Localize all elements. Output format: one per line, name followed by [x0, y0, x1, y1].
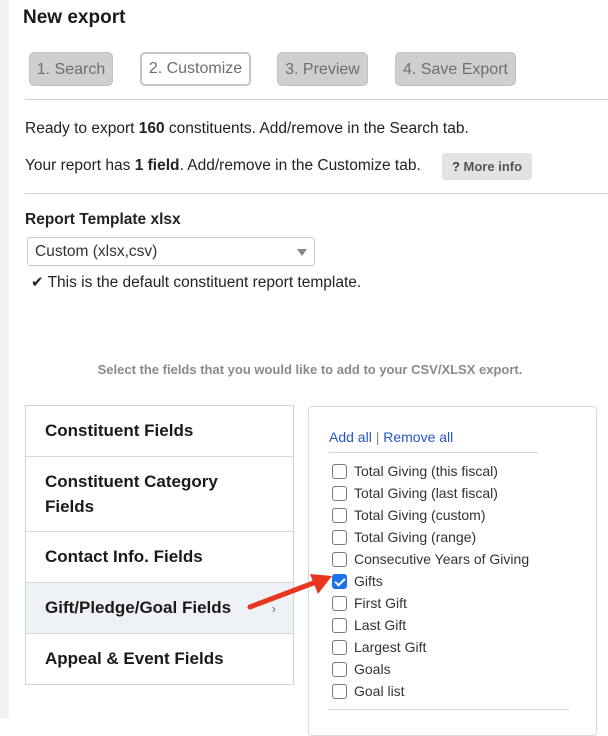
report-summary-suffix: . Add/remove in the Customize tab.	[179, 157, 421, 174]
checkbox-icon[interactable]	[332, 529, 347, 545]
step-customize-button[interactable]: 2. Customize	[140, 52, 251, 86]
more-info-label: More info	[463, 159, 523, 174]
check-icon: ✔	[31, 274, 44, 291]
field-option[interactable]: Goals	[332, 659, 391, 679]
report-summary: Your report has 1 field. Add/remove in t…	[25, 157, 421, 175]
category-constituent-category-fields[interactable]: Constituent Category Fields	[26, 457, 293, 532]
annotation-arrow-icon	[247, 574, 332, 610]
checkbox-icon[interactable]	[332, 463, 347, 479]
checkbox-icon[interactable]	[332, 683, 347, 699]
export-summary: Ready to export 160 constituents. Add/re…	[25, 120, 469, 138]
field-option[interactable]: Last Gift	[332, 615, 406, 635]
field-option-label: Total Giving (this fiscal)	[354, 463, 498, 479]
category-label: Constituent Fields	[45, 421, 194, 440]
step-search-button[interactable]: 1. Search	[29, 52, 113, 86]
category-constituent-fields[interactable]: Constituent Fields	[26, 406, 293, 457]
question-icon: ?	[451, 159, 460, 174]
field-option-label: Largest Gift	[354, 639, 427, 655]
more-info-button[interactable]: ? More info	[442, 153, 532, 180]
field-option-label: Gifts	[354, 573, 383, 589]
report-template-value: Custom (xlsx,csv)	[35, 243, 158, 260]
field-option[interactable]: Total Giving (range)	[332, 527, 476, 547]
field-option-label: Total Giving (custom)	[354, 507, 486, 523]
default-template-note: ✔ This is the default constituent report …	[31, 273, 361, 292]
checkbox-icon[interactable]	[332, 551, 347, 567]
category-label: Gift/Pledge/Goal Fields	[45, 598, 232, 617]
report-template-select[interactable]: Custom (xlsx,csv)	[27, 237, 315, 266]
field-option[interactable]: Total Giving (last fiscal)	[332, 483, 498, 503]
field-option-label: Last Gift	[354, 617, 407, 633]
field-selection-panel: Add all | Remove all Total Giving (this …	[308, 406, 597, 736]
remove-all-link[interactable]: Remove all	[383, 429, 453, 445]
link-separator: |	[375, 429, 380, 445]
export-summary-suffix: constituents. Add/remove in the Search t…	[164, 120, 469, 137]
field-option-label: Goal list	[354, 683, 405, 699]
category-label: Constituent Category Fields	[45, 472, 218, 516]
field-option[interactable]: Goal list	[332, 681, 405, 701]
field-option[interactable]: First Gift	[332, 593, 407, 613]
category-appeal-event-fields[interactable]: Appeal & Event Fields	[26, 634, 293, 684]
divider	[329, 709, 569, 710]
checkbox-icon[interactable]	[332, 485, 347, 501]
divider	[329, 452, 538, 453]
step-preview-button[interactable]: 3. Preview	[277, 52, 368, 86]
divider	[25, 99, 608, 100]
field-option-label: First Gift	[354, 595, 407, 611]
report-summary-prefix: Your report has	[25, 157, 135, 174]
field-option-label: Consecutive Years of Giving	[354, 551, 530, 567]
field-option[interactable]: Largest Gift	[332, 637, 426, 657]
field-option-label: Total Giving (range)	[354, 529, 477, 545]
checkbox-icon[interactable]	[332, 507, 347, 523]
left-edge-strip	[0, 0, 9, 718]
field-option-label: Total Giving (last fiscal)	[354, 485, 498, 501]
field-option[interactable]: Consecutive Years of Giving	[332, 549, 529, 569]
fields-hint: Select the fields that you would like to…	[97, 362, 523, 377]
divider	[25, 193, 608, 194]
add-all-link[interactable]: Add all	[329, 429, 372, 445]
annotation-arrow-shaft	[247, 579, 319, 610]
checkbox-icon[interactable]	[332, 639, 347, 655]
field-option[interactable]: Total Giving (this fiscal)	[332, 461, 498, 481]
report-template-label: Report Template xlsx	[25, 211, 181, 228]
default-template-text: This is the default constituent report t…	[47, 274, 362, 291]
page-title: New export	[23, 7, 126, 28]
field-option-label: Goals	[354, 661, 391, 677]
field-option[interactable]: Total Giving (custom)	[332, 505, 485, 525]
step-save-export-button[interactable]: 4. Save Export	[395, 52, 516, 86]
field-category-list: Constituent Fields Constituent Category …	[25, 405, 294, 685]
add-remove-row: Add all | Remove all	[329, 429, 453, 445]
category-label: Contact Info. Fields	[45, 547, 203, 566]
checkbox-icon[interactable]	[332, 661, 347, 677]
category-label: Appeal & Event Fields	[45, 649, 224, 668]
report-field-count: 1 field	[134, 157, 180, 174]
caret-down-icon	[297, 249, 307, 256]
export-count: 160	[138, 120, 165, 137]
export-summary-prefix: Ready to export	[25, 120, 139, 137]
